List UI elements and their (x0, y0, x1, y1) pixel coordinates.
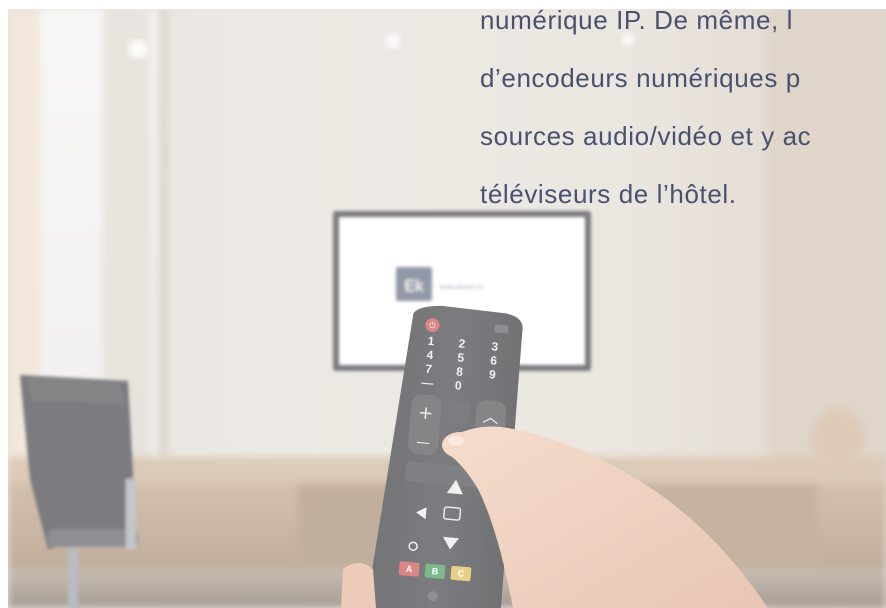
overlay-text-block: numérique IP. De même, l d’encodeurs num… (480, 0, 886, 228)
channel-up-icon: ︿ (482, 407, 500, 427)
volume-down-icon: — (416, 434, 431, 451)
tv-brand-text: EKSELANS BY ITS (440, 285, 484, 291)
tv-logo-text: Ek (405, 278, 425, 295)
text-line-3: sources audio/vidéo et y ac (480, 121, 812, 151)
vase (812, 409, 864, 469)
text-line-1: numérique IP. De même, l (480, 5, 794, 35)
page: Ek EKSELANS BY ITS ⏻ 1 2 3 4 5 6 7 8 9 —… (0, 0, 886, 608)
text-line-2: d’encodeurs numériques p (480, 63, 801, 93)
svg-text:—: — (421, 375, 434, 390)
input-icon (494, 324, 509, 334)
text-line-4: téléviseurs de l’hôtel. (480, 179, 737, 209)
volume-up-icon: + (417, 402, 434, 424)
